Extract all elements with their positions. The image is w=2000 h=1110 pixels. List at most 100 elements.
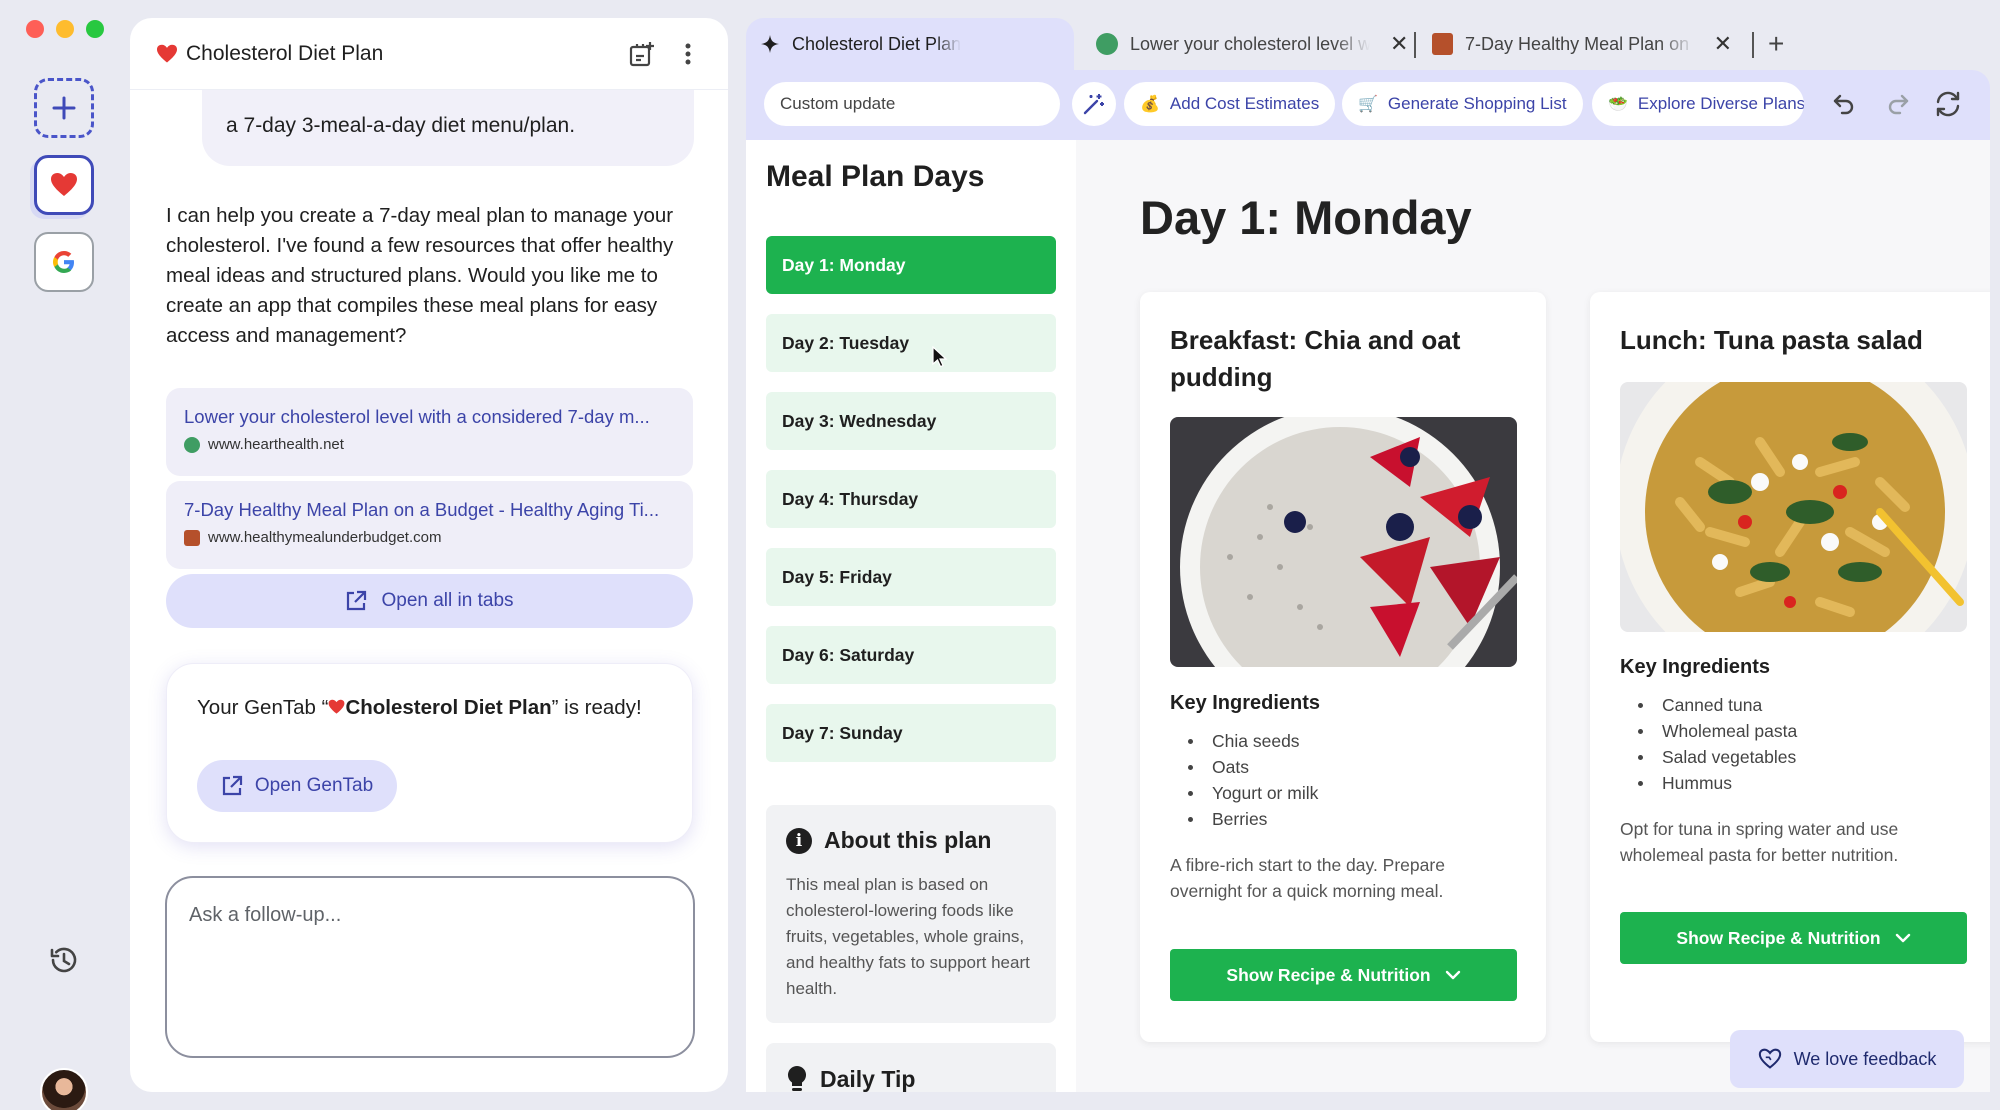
site-favicon-icon (184, 529, 200, 546)
heart-icon (329, 699, 345, 714)
chevron-down-icon (1895, 933, 1910, 943)
meal-card-breakfast: Breakfast: Chia and oat pudding Key Ingr… (1140, 292, 1546, 1042)
redo-button[interactable] (1882, 88, 1914, 120)
undo-icon (1833, 94, 1854, 115)
minimize-window-button[interactable] (56, 20, 74, 38)
sparkle-icon (761, 35, 779, 53)
undo-button[interactable] (1828, 88, 1860, 120)
explore-diverse-plans-chip[interactable]: 🥗 Explore Diverse Plans (1592, 82, 1804, 126)
close-tab-icon[interactable]: ✕ (1714, 31, 1732, 57)
avatar[interactable] (40, 1068, 88, 1110)
tab-strip: Cholesterol Diet Plan Lower your cholest… (746, 18, 1990, 70)
tab-add-icon (629, 41, 654, 66)
lunch-photo (1620, 382, 1967, 632)
tab-healthy-meal-plan[interactable]: 7-Day Healthy Meal Plan on a ✕ (1432, 18, 1732, 70)
tab-separator (1414, 32, 1416, 58)
ingredients-heading: Key Ingredients (1170, 692, 1321, 714)
day-button-2[interactable]: Day 2: Tuesday (766, 314, 1056, 372)
gentab-toolbar: Custom update 💰 Add Cost Estimates 🛒 Gen… (746, 70, 1990, 140)
day-button-3[interactable]: Day 3: Wednesday (766, 392, 1056, 450)
meal-description: Opt for tuna in spring water and use who… (1620, 819, 1899, 865)
days-title: Meal Plan Days (766, 160, 985, 193)
tab-lower-cholesterol[interactable]: Lower your cholesterol level w ✕ (1096, 18, 1414, 70)
custom-update-input[interactable]: Custom update (764, 82, 1060, 126)
mouse-cursor-icon (932, 346, 948, 368)
about-heading: i About this plan (786, 827, 1036, 854)
gentab-suffix: ” is ready! (551, 696, 642, 719)
follow-up-input[interactable]: Ask a follow-up... (165, 876, 695, 1058)
day-button-6[interactable]: Day 6: Saturday (766, 626, 1056, 684)
gentab-ready-text: Your GenTab “ Cholesterol Diet Plan” is r… (197, 696, 642, 720)
site-favicon-icon (1096, 33, 1118, 55)
assistant-reply: I can help you create a 7-day meal plan … (166, 204, 674, 347)
more-vert-icon (685, 43, 691, 64)
tab-separator (1752, 32, 1754, 58)
day-button-4[interactable]: Day 4: Thursday (766, 470, 1056, 528)
ingredient-item: Berries (1188, 806, 1318, 832)
close-window-button[interactable] (26, 20, 44, 38)
generate-shopping-list-chip[interactable]: 🛒 Generate Shopping List (1342, 82, 1583, 126)
open-gentab-button[interactable]: Open GenTab (197, 760, 397, 812)
site-favicon-icon (1432, 33, 1454, 55)
open-all-label: Open all in tabs (381, 590, 514, 611)
feedback-button[interactable]: We love feedback (1730, 1030, 1964, 1088)
feedback-label: We love feedback (1793, 1048, 1937, 1069)
heart-outline-icon (1758, 1048, 1781, 1069)
plus-icon (52, 96, 76, 120)
daily-tip-card: Daily Tip (766, 1043, 1056, 1092)
source-url-row: www.hearthealth.net (184, 436, 675, 453)
open-all-in-tabs-button[interactable]: Open all in tabs (166, 574, 693, 628)
ingredient-item: Oats (1188, 754, 1318, 780)
ingredients-list: Chia seeds Oats Yogurt or milk Berries (1188, 728, 1318, 832)
tab-label: 7-Day Healthy Meal Plan on a (1465, 33, 1694, 54)
meal-description: A fibre-rich start to the day. Prepare o… (1170, 855, 1445, 901)
tab-cholesterol-diet-plan[interactable]: Cholesterol Diet Plan (746, 18, 1074, 70)
meal-title: Breakfast: Chia and oat pudding (1170, 325, 1461, 392)
open-external-icon (347, 590, 367, 611)
close-tab-icon[interactable]: ✕ (1390, 31, 1408, 57)
meal-card-lunch: Lunch: Tuna pasta salad Key Ingredients (1590, 292, 1990, 1042)
chip-label: Explore Diverse Plans (1637, 94, 1804, 113)
chip-label: Generate Shopping List (1387, 94, 1567, 113)
day-button-1[interactable]: Day 1: Monday (766, 236, 1056, 294)
maximize-window-button[interactable] (86, 20, 104, 38)
history-icon[interactable] (46, 942, 82, 978)
show-recipe-button[interactable]: Show Recipe & Nutrition (1620, 912, 1967, 964)
new-chat-button[interactable] (34, 78, 94, 138)
magic-wand-button[interactable] (1072, 82, 1116, 126)
gentab-page: Meal Plan Days Day 1: Monday Day 2: Tues… (746, 140, 1990, 1092)
site-favicon-icon (184, 436, 200, 453)
day-button-7[interactable]: Day 7: Sunday (766, 704, 1056, 762)
gentab-heart-button[interactable] (34, 155, 94, 215)
tab-label: Cholesterol Diet Plan (792, 33, 962, 54)
about-text: This meal plan is based on cholesterol-l… (786, 875, 1030, 998)
ingredients-heading: Key Ingredients (1620, 656, 1771, 678)
google-button[interactable] (34, 232, 94, 292)
chat-header: Cholesterol Diet Plan (130, 18, 728, 90)
add-to-tab-button[interactable] (626, 38, 658, 70)
lightbulb-icon (787, 1066, 807, 1091)
money-bag-icon: 💰 (1140, 96, 1160, 113)
source-link-healthymeal[interactable]: 7-Day Healthy Meal Plan on a Budget - He… (166, 481, 693, 569)
ingredient-item: Salad vegetables (1638, 744, 1797, 770)
sync-icon (1936, 91, 1960, 117)
ingredient-item: Wholemeal pasta (1638, 718, 1797, 744)
refresh-button[interactable] (1932, 88, 1964, 120)
new-tab-button[interactable]: + (1768, 28, 1784, 60)
magic-wand-icon (1083, 94, 1104, 115)
window-controls (26, 20, 104, 38)
heart-icon (157, 44, 177, 62)
day-button-5[interactable]: Day 5: Friday (766, 548, 1056, 606)
source-title: 7-Day Healthy Meal Plan on a Budget - He… (184, 499, 660, 520)
source-url-row: www.healthymealunderbudget.com (184, 529, 675, 546)
more-options-button[interactable] (672, 38, 704, 70)
info-icon: i (786, 827, 812, 854)
show-recipe-button[interactable]: Show Recipe & Nutrition (1170, 949, 1517, 1001)
left-rail (0, 60, 128, 1110)
ingredients-list: Canned tuna Wholemeal pasta Salad vegeta… (1638, 692, 1797, 796)
source-link-hearthealth[interactable]: Lower your cholesterol level with a cons… (166, 388, 693, 476)
days-sidebar: Meal Plan Days Day 1: Monday Day 2: Tues… (746, 140, 1076, 1092)
ingredient-item: Hummus (1638, 770, 1797, 796)
ingredient-item: Chia seeds (1188, 728, 1318, 754)
add-cost-estimates-chip[interactable]: 💰 Add Cost Estimates (1124, 82, 1336, 126)
